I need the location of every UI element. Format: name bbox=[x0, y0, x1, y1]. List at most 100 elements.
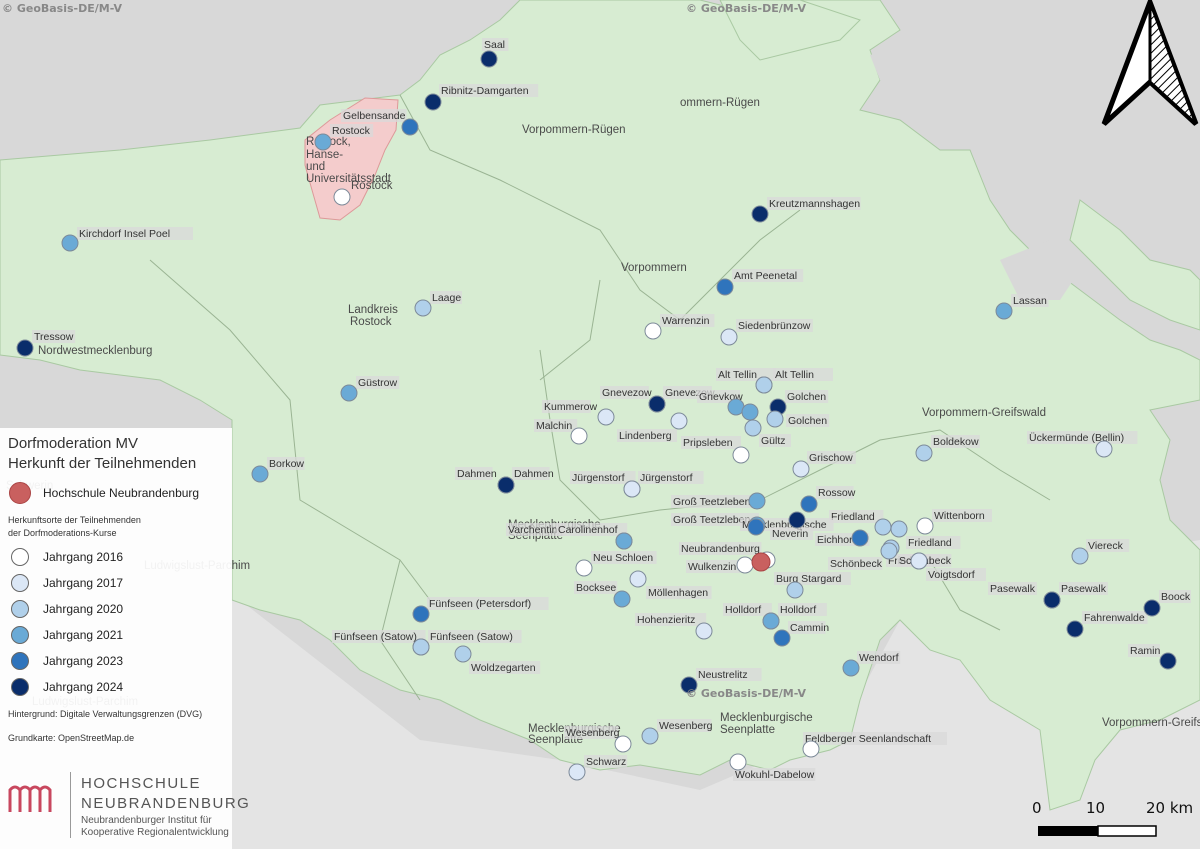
place-marker-2024[interactable] bbox=[1159, 652, 1177, 670]
region-label: Vorpommern-Rügen bbox=[522, 124, 626, 136]
place-marker-2017[interactable] bbox=[695, 622, 713, 640]
place-label: Fünfseen (Petersdorf) bbox=[429, 598, 531, 610]
place-label: Holldorf bbox=[780, 604, 816, 616]
place-marker-2017[interactable] bbox=[568, 763, 586, 781]
place-marker-2024[interactable] bbox=[1066, 620, 1084, 638]
place-marker-2016[interactable] bbox=[575, 559, 593, 577]
place-marker-2024[interactable] bbox=[497, 476, 515, 494]
place-marker-2023[interactable] bbox=[716, 278, 734, 296]
place-marker-2017[interactable] bbox=[629, 570, 647, 588]
legend-swatch-icon bbox=[11, 548, 29, 566]
place-marker-2024[interactable] bbox=[1043, 591, 1061, 609]
place-marker-2021[interactable] bbox=[61, 234, 79, 252]
place-marker-2016[interactable] bbox=[644, 322, 662, 340]
place-label: Neu Schloen bbox=[593, 552, 653, 564]
legend-swatch-icon bbox=[11, 678, 29, 696]
region-label: Seenplatte bbox=[720, 724, 775, 736]
place-marker-2023[interactable] bbox=[412, 605, 430, 623]
place-marker-2020[interactable] bbox=[786, 581, 804, 599]
place-label: Siedenbrünzow bbox=[738, 320, 811, 332]
place-marker-2016[interactable] bbox=[729, 753, 747, 771]
place-label: Jürgenstorf bbox=[640, 472, 693, 484]
place-marker-2024[interactable] bbox=[788, 511, 806, 529]
legend-caption-line: Herkunftsorte der Teilnehmenden bbox=[8, 515, 141, 525]
place-marker-2020[interactable] bbox=[915, 444, 933, 462]
place-label: Viereck bbox=[1088, 540, 1124, 552]
region-label: ommern-Rügen bbox=[680, 97, 760, 109]
legend-caption-line: der Dorfmoderations-Kurse bbox=[8, 528, 117, 538]
place-label: Alt Tellin bbox=[718, 369, 757, 381]
legend-item-label: Jahrgang 2021 bbox=[43, 628, 124, 642]
place-marker-2024[interactable] bbox=[648, 395, 666, 413]
place-marker-2020[interactable] bbox=[454, 645, 472, 663]
place-marker-2016[interactable] bbox=[736, 556, 754, 574]
place-marker-2023[interactable] bbox=[800, 495, 818, 513]
place-label: Schönbeck bbox=[830, 558, 883, 570]
place-label: Pripsleben bbox=[683, 437, 733, 449]
place-marker-2020[interactable] bbox=[874, 518, 892, 536]
place-marker-2021[interactable] bbox=[615, 532, 633, 550]
place-label: Tressow bbox=[34, 331, 74, 343]
place-marker-2020[interactable] bbox=[755, 376, 773, 394]
place-marker-2021[interactable] bbox=[613, 590, 631, 608]
place-marker-2021[interactable] bbox=[762, 612, 780, 630]
place-marker-2024[interactable] bbox=[1143, 599, 1161, 617]
place-marker-2016[interactable] bbox=[802, 740, 820, 758]
region-label: Nordwestmecklenburg bbox=[38, 345, 152, 357]
place-label: Ückermünde (Bellin) bbox=[1029, 432, 1124, 444]
place-marker-2016[interactable] bbox=[732, 446, 750, 464]
region-label: Mecklenburgische bbox=[720, 712, 813, 724]
place-label: Golchen bbox=[787, 391, 826, 403]
place-marker-2020[interactable] bbox=[412, 638, 430, 656]
place-marker-2017[interactable] bbox=[597, 408, 615, 426]
legend-item-2023: Jahrgang 2023 bbox=[8, 648, 232, 674]
place-label: Gültz bbox=[761, 435, 786, 447]
place-marker-2021[interactable] bbox=[748, 492, 766, 510]
place-marker-2020[interactable] bbox=[744, 419, 762, 437]
place-marker-2024[interactable] bbox=[424, 93, 442, 111]
place-marker-2023[interactable] bbox=[851, 529, 869, 547]
place-marker-2023[interactable] bbox=[773, 629, 791, 647]
legend-item-label: Jahrgang 2017 bbox=[43, 576, 124, 590]
place-marker-2020[interactable] bbox=[641, 727, 659, 745]
place-label: Möllenhagen bbox=[648, 587, 708, 599]
region-label: Hanse- bbox=[306, 149, 343, 161]
place-marker-2020[interactable] bbox=[890, 520, 908, 538]
place-marker-2017[interactable] bbox=[670, 412, 688, 430]
place-marker-2017[interactable] bbox=[1095, 440, 1113, 458]
copyright-text: © GeoBasis-DE/M-V bbox=[2, 2, 122, 15]
place-marker-2024[interactable] bbox=[16, 339, 34, 357]
place-marker-2024[interactable] bbox=[480, 50, 498, 68]
place-marker-2017[interactable] bbox=[623, 480, 641, 498]
place-marker-2016[interactable] bbox=[333, 188, 351, 206]
place-marker-2023[interactable] bbox=[401, 118, 419, 136]
place-marker-2021[interactable] bbox=[995, 302, 1013, 320]
place-marker-2023[interactable] bbox=[747, 518, 765, 536]
place-marker-2016[interactable] bbox=[916, 517, 934, 535]
place-marker-2024[interactable] bbox=[751, 205, 769, 223]
place-label: Ramin bbox=[1130, 645, 1161, 657]
legend-item-label: Jahrgang 2020 bbox=[43, 602, 124, 616]
legend-swatch-icon bbox=[11, 652, 29, 670]
logo-line: NEUBRANDENBURG bbox=[81, 795, 251, 812]
place-marker-2016[interactable] bbox=[570, 427, 588, 445]
place-marker-2021[interactable] bbox=[340, 384, 358, 402]
place-marker-2017[interactable] bbox=[720, 328, 738, 346]
place-marker-2021[interactable] bbox=[741, 403, 759, 421]
place-label: Schwarz bbox=[586, 756, 626, 768]
place-marker-2017[interactable] bbox=[792, 460, 810, 478]
place-marker-2016[interactable] bbox=[614, 735, 632, 753]
place-marker-2020[interactable] bbox=[1071, 547, 1089, 565]
place-marker-2021[interactable] bbox=[314, 133, 332, 151]
place-label: Bocksee bbox=[576, 582, 616, 594]
place-label: Kummerow bbox=[544, 401, 598, 413]
place-marker-2021[interactable] bbox=[842, 659, 860, 677]
place-marker-2020[interactable] bbox=[766, 410, 784, 428]
place-marker-2017[interactable] bbox=[910, 552, 928, 570]
place-marker-2021[interactable] bbox=[251, 465, 269, 483]
place-label: Grischow bbox=[809, 452, 853, 464]
place-marker-2020[interactable] bbox=[880, 542, 898, 560]
place-marker-2020[interactable] bbox=[414, 299, 432, 317]
scale-label-10: 10 bbox=[1086, 799, 1105, 817]
hq-marker[interactable] bbox=[751, 552, 771, 572]
